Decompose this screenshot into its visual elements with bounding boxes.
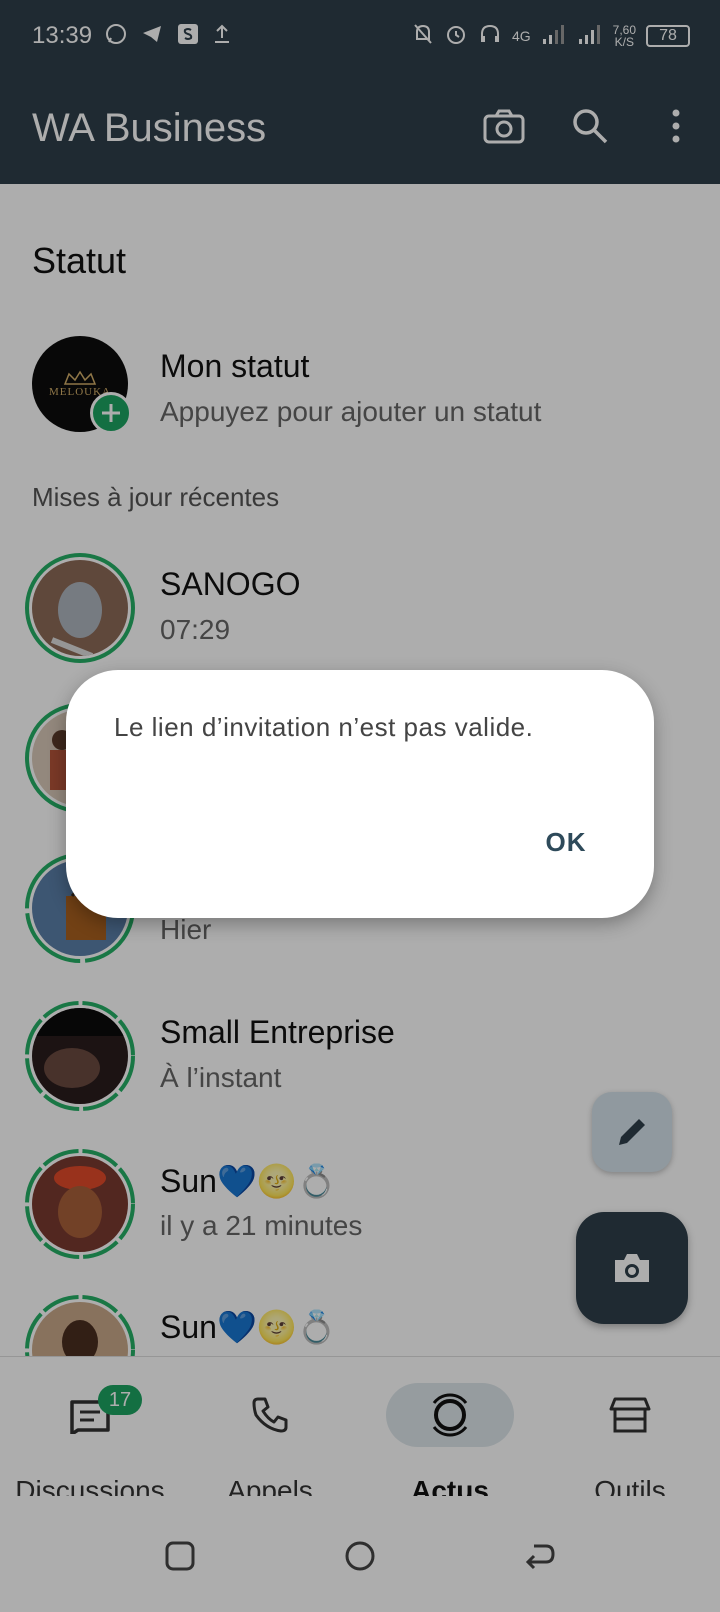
dialog-message: Le lien d’invitation n’est pas valide. — [114, 712, 534, 742]
ok-button[interactable]: OK — [518, 814, 614, 870]
alert-dialog: Le lien d’invitation n’est pas valide. O… — [66, 670, 654, 918]
